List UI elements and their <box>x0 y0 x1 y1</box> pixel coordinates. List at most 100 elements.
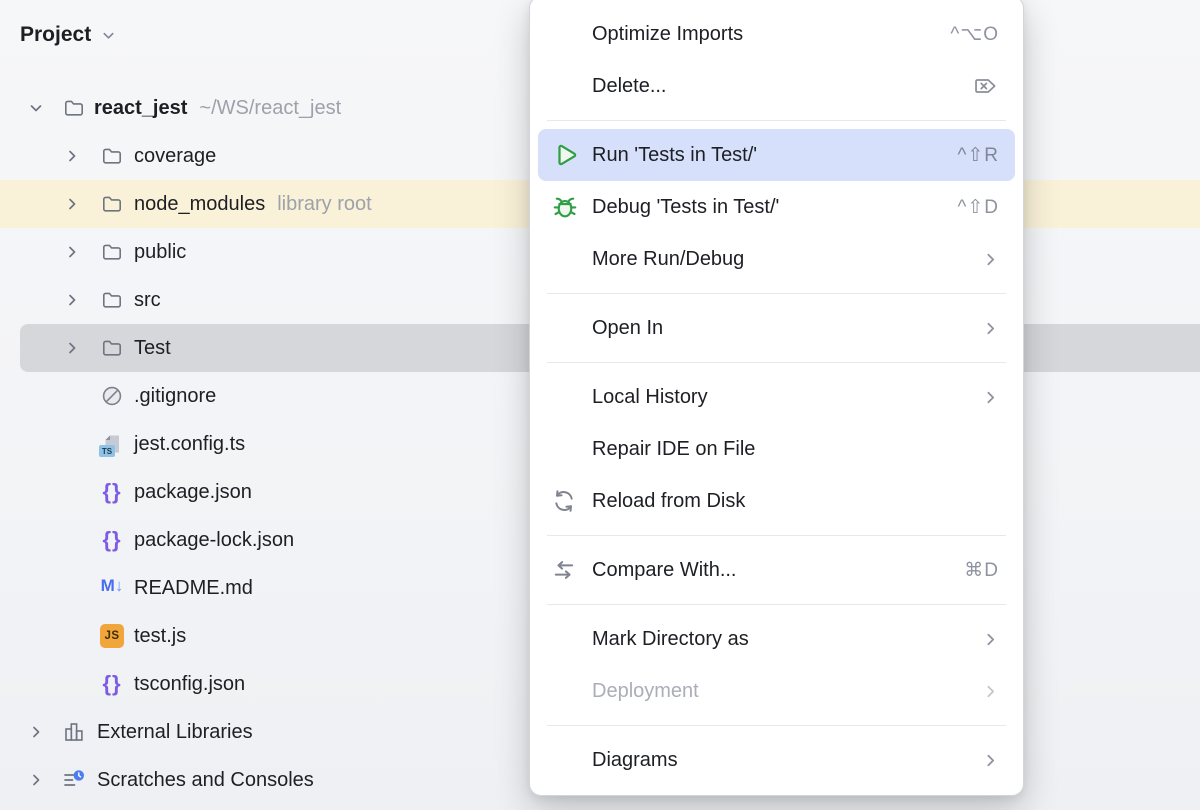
scratches-icon <box>62 768 86 792</box>
expander-collapse-icon[interactable] <box>28 100 44 116</box>
ignored-file-icon <box>100 384 124 408</box>
shortcut-hint: ^⇧D <box>957 196 999 219</box>
tree-item-label: tsconfig.json <box>134 673 245 696</box>
menu-item-more-run-debug[interactable]: More Run/Debug <box>538 233 1015 285</box>
menu-separator <box>547 120 1006 121</box>
menu-item-delete[interactable]: Delete... <box>538 60 1015 112</box>
folder-icon <box>100 192 124 216</box>
debug-bug-icon <box>550 192 584 222</box>
menu-item-reload-from-disk[interactable]: Reload from Disk <box>538 475 1015 527</box>
submenu-arrow-icon <box>982 683 999 700</box>
project-view-header[interactable]: Project <box>20 18 116 52</box>
json-file-icon: {} <box>100 672 124 696</box>
menu-item-debug-tests-in-test[interactable]: Debug 'Tests in Test/' ^⇧D <box>538 181 1015 233</box>
submenu-arrow-icon <box>982 752 999 769</box>
menu-item-label: More Run/Debug <box>592 248 744 271</box>
folder-icon <box>100 240 124 264</box>
menu-separator <box>547 604 1006 605</box>
expander-expand-icon[interactable] <box>64 196 80 212</box>
shortcut-hint: ^⇧R <box>957 144 999 167</box>
context-menu: Optimize Imports ^⌥O Delete... Run 'Test… <box>529 0 1024 796</box>
folder-icon <box>100 336 124 360</box>
tree-item-label: package-lock.json <box>134 529 294 552</box>
menu-item-label: Local History <box>592 386 708 409</box>
menu-item-label: Open In <box>592 317 663 340</box>
expander-expand-icon[interactable] <box>28 772 44 788</box>
menu-icon-slot <box>550 244 584 274</box>
menu-item-label: Optimize Imports <box>592 23 743 46</box>
menu-item-optimize-imports[interactable]: Optimize Imports ^⌥O <box>538 8 1015 60</box>
menu-item-label: Reload from Disk <box>592 490 745 513</box>
tree-item-label: .gitignore <box>134 385 216 408</box>
root-name: react_jest <box>94 97 187 120</box>
menu-icon-slot <box>550 382 584 412</box>
menu-item-label: Debug 'Tests in Test/' <box>592 196 779 219</box>
submenu-arrow-icon <box>982 251 999 268</box>
menu-item-label: Run 'Tests in Test/' <box>592 144 757 167</box>
menu-icon-slot <box>550 676 584 706</box>
expander-expand-icon[interactable] <box>64 244 80 260</box>
submenu-arrow-icon <box>982 320 999 337</box>
submenu-arrow-icon <box>982 631 999 648</box>
chevron-down-icon <box>101 28 116 43</box>
menu-icon-slot <box>550 434 584 464</box>
menu-item-deployment[interactable]: Deployment <box>538 665 1015 717</box>
menu-item-label: Diagrams <box>592 749 678 772</box>
menu-item-compare-with[interactable]: Compare With... ⌘D <box>538 544 1015 596</box>
menu-item-label: Deployment <box>592 680 699 703</box>
ts-badge: TS <box>99 445 115 457</box>
menu-icon-slot <box>550 19 584 49</box>
shortcut-hint: ^⌥O <box>950 23 999 46</box>
delete-forward-icon <box>973 73 999 99</box>
menu-separator <box>547 293 1006 294</box>
tree-item-label: src <box>134 289 161 312</box>
menu-item-repair-ide-on-file[interactable]: Repair IDE on File <box>538 423 1015 475</box>
library-root-annotation: library root <box>277 193 371 216</box>
expander-expand-icon[interactable] <box>64 148 80 164</box>
menu-item-label: Mark Directory as <box>592 628 749 651</box>
tree-item-label: coverage <box>134 145 216 168</box>
menu-icon-slot <box>550 313 584 343</box>
tree-item-label: jest.config.ts <box>134 433 245 456</box>
menu-icon-slot <box>550 745 584 775</box>
menu-item-open-in[interactable]: Open In <box>538 302 1015 354</box>
menu-separator <box>547 535 1006 536</box>
project-view-title: Project <box>20 23 91 47</box>
compare-icon <box>550 555 584 585</box>
folder-icon <box>100 144 124 168</box>
menu-item-mark-directory-as[interactable]: Mark Directory as <box>538 613 1015 665</box>
menu-separator <box>547 362 1006 363</box>
json-file-icon: {} <box>100 528 124 552</box>
tree-item-label: node_modules <box>134 193 265 216</box>
run-icon <box>550 140 584 170</box>
menu-icon-slot <box>550 71 584 101</box>
menu-item-label: Compare With... <box>592 559 736 582</box>
tree-item-label: README.md <box>134 577 253 600</box>
javascript-file-icon: JS <box>100 624 124 648</box>
menu-item-diagrams[interactable]: Diagrams <box>538 734 1015 786</box>
ts-config-file-icon: TS <box>100 432 124 456</box>
tree-item-label: Scratches and Consoles <box>97 769 314 792</box>
menu-item-label: Repair IDE on File <box>592 438 755 461</box>
root-path: ~/WS/react_jest <box>199 97 341 120</box>
expander-expand-icon[interactable] <box>64 292 80 308</box>
json-file-icon: {} <box>100 480 124 504</box>
menu-icon-slot <box>550 624 584 654</box>
tree-item-label: External Libraries <box>97 721 253 744</box>
expander-expand-icon[interactable] <box>28 724 44 740</box>
submenu-arrow-icon <box>982 389 999 406</box>
tree-item-label: Test <box>134 337 171 360</box>
project-tool-window: Project react_jest ~/WS/react_jest cover… <box>0 0 1200 810</box>
reload-icon <box>550 486 584 516</box>
expander-expand-icon[interactable] <box>64 340 80 356</box>
external-libraries-icon <box>62 720 86 744</box>
shortcut-hint: ⌘D <box>964 559 999 582</box>
folder-icon <box>62 96 86 120</box>
markdown-file-icon: M↓ <box>100 576 124 600</box>
tree-item-label: package.json <box>134 481 252 504</box>
menu-item-run-tests-in-test[interactable]: Run 'Tests in Test/' ^⇧R <box>538 129 1015 181</box>
menu-item-local-history[interactable]: Local History <box>538 371 1015 423</box>
menu-item-label: Delete... <box>592 75 666 98</box>
tree-item-label: test.js <box>134 625 186 648</box>
tree-item-label: public <box>134 241 186 264</box>
